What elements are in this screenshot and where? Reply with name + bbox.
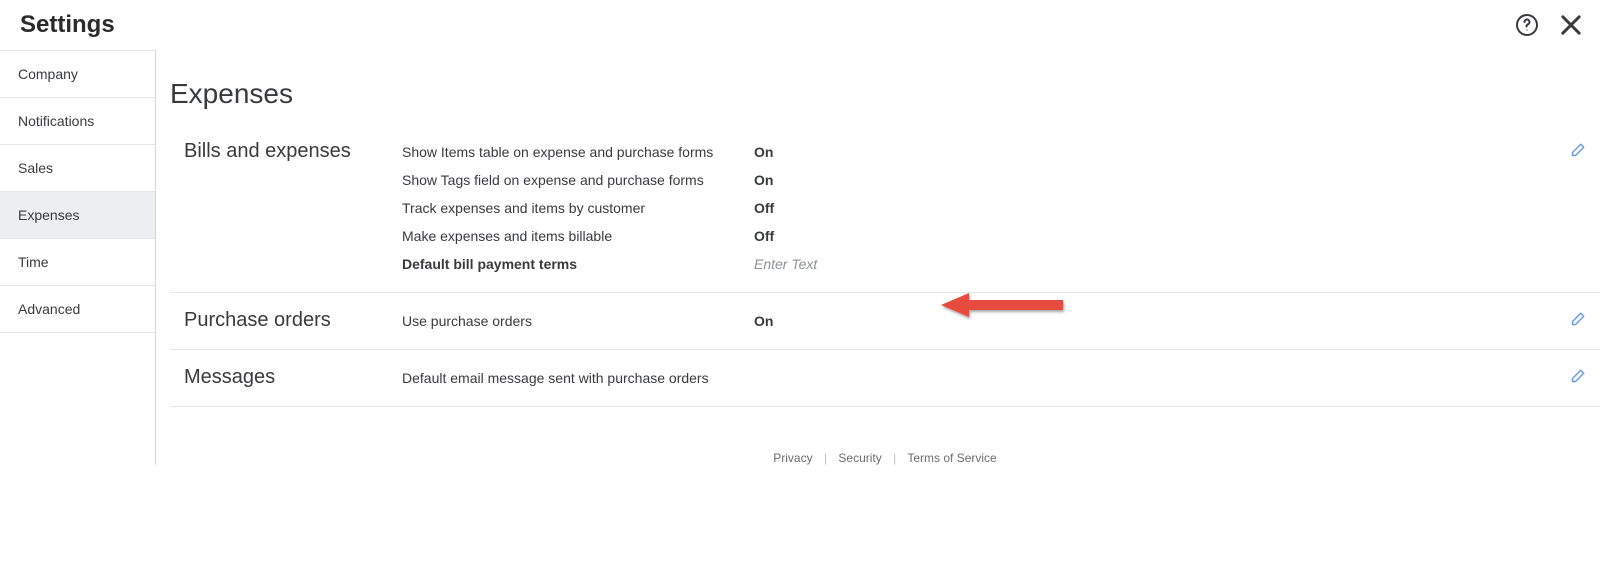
- footer-sep: |: [893, 451, 896, 465]
- setting-row-terms: Default bill payment terms Enter Text: [402, 250, 1536, 278]
- footer-sep: |: [824, 451, 827, 465]
- footer-tos[interactable]: Terms of Service: [907, 451, 996, 465]
- section-body-purchase: Use purchase orders On: [402, 307, 1536, 335]
- section-title-messages: Messages: [184, 364, 402, 392]
- edit-col: [1536, 364, 1586, 392]
- setting-row: Make expenses and items billable Off: [402, 222, 1536, 250]
- page-title: Expenses: [170, 50, 1600, 124]
- setting-label: Use purchase orders: [402, 313, 754, 329]
- section-title-purchase: Purchase orders: [184, 307, 402, 335]
- edit-icon[interactable]: [1568, 142, 1586, 160]
- sidebar-item-notifications[interactable]: Notifications: [0, 97, 155, 144]
- setting-label: Default email message sent with purchase…: [402, 370, 754, 386]
- sidebar-item-advanced[interactable]: Advanced: [0, 285, 155, 333]
- sidebar-item-company[interactable]: Company: [0, 50, 155, 97]
- edit-icon[interactable]: [1568, 311, 1586, 329]
- topbar: Settings: [0, 0, 1600, 50]
- sidebar-item-expenses[interactable]: Expenses: [0, 191, 155, 238]
- setting-row: Show Items table on expense and purchase…: [402, 138, 1536, 166]
- edit-col: [1536, 307, 1586, 335]
- setting-value: On: [754, 313, 773, 329]
- edit-icon[interactable]: [1568, 368, 1586, 386]
- edit-col: [1536, 138, 1586, 278]
- footer: Privacy | Security | Terms of Service: [170, 407, 1600, 465]
- section-messages: Messages Default email message sent with…: [170, 350, 1600, 407]
- sidebar: Company Notifications Sales Expenses Tim…: [0, 50, 156, 465]
- setting-value: Off: [754, 200, 774, 216]
- setting-label: Make expenses and items billable: [402, 228, 754, 244]
- setting-placeholder: Enter Text: [754, 256, 817, 272]
- section-body-messages: Default email message sent with purchase…: [402, 364, 1536, 392]
- section-bills: Bills and expenses Show Items table on e…: [170, 124, 1600, 293]
- setting-label: Show Tags field on expense and purchase …: [402, 172, 754, 188]
- sidebar-item-sales[interactable]: Sales: [0, 144, 155, 191]
- setting-value: Off: [754, 228, 774, 244]
- setting-row: Track expenses and items by customer Off: [402, 194, 1536, 222]
- section-title-bills: Bills and expenses: [184, 138, 402, 278]
- setting-label: Default bill payment terms: [402, 256, 754, 272]
- setting-row: Use purchase orders On: [402, 307, 1536, 335]
- settings-title: Settings: [20, 11, 115, 39]
- main: Expenses Bills and expenses Show Items t…: [156, 50, 1600, 465]
- setting-label: Show Items table on expense and purchase…: [402, 144, 754, 160]
- footer-security[interactable]: Security: [838, 451, 881, 465]
- section-purchase: Purchase orders Use purchase orders On: [170, 293, 1600, 350]
- footer-privacy[interactable]: Privacy: [773, 451, 812, 465]
- body: Company Notifications Sales Expenses Tim…: [0, 50, 1600, 465]
- setting-value: On: [754, 144, 773, 160]
- setting-value: On: [754, 172, 773, 188]
- setting-label: Track expenses and items by customer: [402, 200, 754, 216]
- setting-row: Show Tags field on expense and purchase …: [402, 166, 1536, 194]
- help-icon[interactable]: [1512, 10, 1542, 40]
- section-body-bills: Show Items table on expense and purchase…: [402, 138, 1536, 278]
- close-icon[interactable]: [1556, 10, 1586, 40]
- sidebar-item-time[interactable]: Time: [0, 238, 155, 285]
- topbar-actions: [1512, 10, 1586, 40]
- setting-row: Default email message sent with purchase…: [402, 364, 1536, 392]
